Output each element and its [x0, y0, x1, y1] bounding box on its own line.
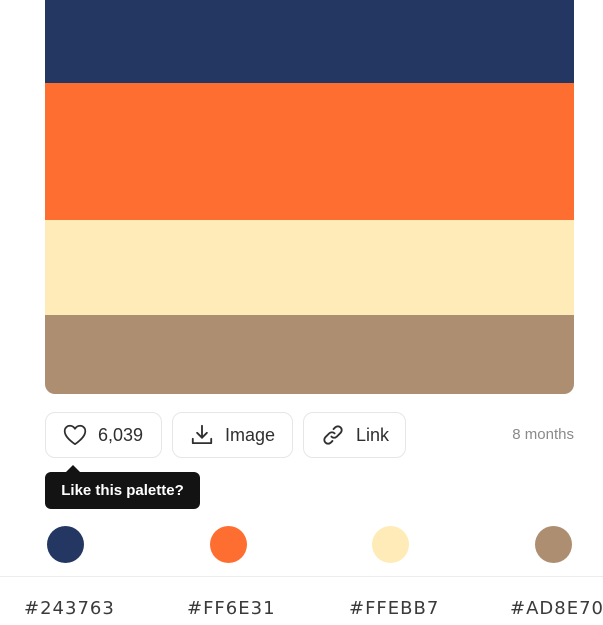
- palette-age: 8 months: [512, 426, 574, 443]
- color-swatch-dot[interactable]: [210, 526, 247, 563]
- copy-link-button[interactable]: Link: [303, 412, 406, 458]
- divider: [0, 576, 603, 577]
- link-icon: [323, 425, 343, 445]
- palette-stripe[interactable]: [45, 220, 574, 315]
- link-button-label: Link: [356, 424, 390, 445]
- color-swatch-dot[interactable]: [372, 526, 409, 563]
- like-button[interactable]: 6,039: [45, 412, 162, 458]
- color-hex-code[interactable]: #FF6E31: [187, 598, 276, 619]
- image-button-label: Image: [225, 424, 276, 445]
- like-tooltip: Like this palette?: [45, 465, 200, 509]
- palette-stripe[interactable]: [45, 83, 574, 220]
- color-swatch-dot[interactable]: [535, 526, 572, 563]
- color-swatch-dot[interactable]: [47, 526, 84, 563]
- color-hex-code[interactable]: #AD8E70: [510, 598, 603, 619]
- color-hex-code[interactable]: #FFEBB7: [349, 598, 439, 619]
- color-hex-code[interactable]: #243763: [24, 598, 115, 619]
- palette-stripe[interactable]: [45, 0, 574, 83]
- download-icon: [191, 424, 213, 445]
- palette-preview[interactable]: [45, 0, 574, 394]
- like-count: 6,039: [98, 424, 144, 445]
- heart-icon: [63, 424, 87, 446]
- download-image-button[interactable]: Image: [172, 412, 293, 458]
- tooltip-text: Like this palette?: [61, 482, 184, 499]
- palette-stripe[interactable]: [45, 315, 574, 394]
